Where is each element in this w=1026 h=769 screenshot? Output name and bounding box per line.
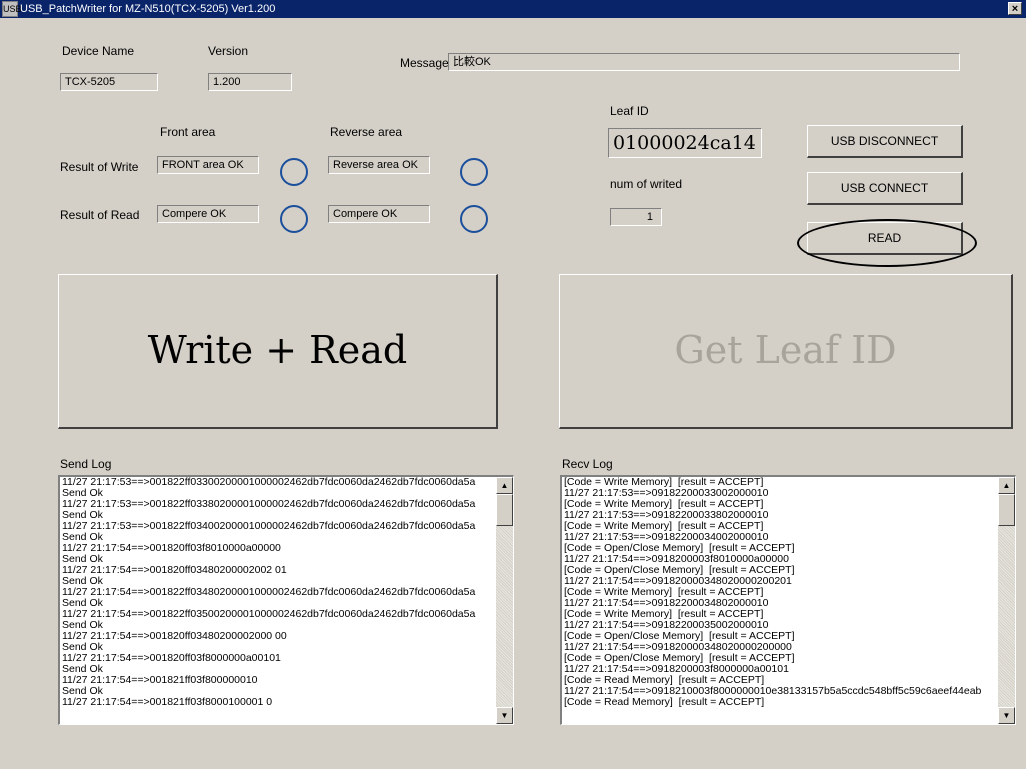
leaf-id-label: Leaf ID — [610, 104, 649, 118]
log-line: 11/27 21:17:54==>001820ff03f8010000a0000… — [62, 542, 281, 554]
scroll-up-icon[interactable]: ▲ — [998, 477, 1015, 494]
send-log-box[interactable]: 11/27 21:17:53==>001822ff033002000010000… — [58, 475, 514, 725]
send-log-scrollbar[interactable]: ▲ ▼ — [496, 477, 513, 724]
read-button[interactable]: READ — [807, 222, 963, 255]
get-leaf-id-button[interactable]: Get Leaf ID — [559, 274, 1013, 429]
log-line: 11/27 21:17:54==>001822ff035002000010000… — [62, 608, 476, 620]
recv-log-scrollbar[interactable]: ▲ ▼ — [998, 477, 1015, 724]
title-bar: USB USB_PatchWriter for MZ-N510(TCX-5205… — [0, 0, 1026, 18]
write-read-button[interactable]: Write + Read — [58, 274, 498, 429]
num-of-writed-field: 1 — [610, 208, 662, 226]
recv-log-lines: [Code = Write Memory] [result = ACCEPT] 1… — [564, 477, 997, 724]
device-name-label: Device Name — [62, 44, 135, 58]
app-icon: USB — [2, 1, 22, 17]
log-line: 11/27 21:17:54==>001820ff03480200002002 … — [62, 564, 287, 576]
send-log-lines: 11/27 21:17:53==>001822ff033002000010000… — [62, 477, 495, 724]
log-line: 11/27 21:17:53==>001822ff033802000010000… — [62, 498, 476, 510]
window-title: USB_PatchWriter for MZ-N510(TCX-5205) Ve… — [20, 3, 276, 15]
result-of-write-label: Result of Write — [60, 160, 139, 174]
close-button[interactable]: × — [1008, 2, 1022, 15]
scroll-down-icon[interactable]: ▼ — [998, 707, 1015, 724]
message-label: Message — [400, 56, 449, 70]
result-of-read-label: Result of Read — [60, 208, 140, 222]
leaf-id-field: 01000024ca14 — [608, 128, 762, 158]
write-front-field: FRONT area OK — [157, 156, 259, 174]
read-reverse-field: Compere OK — [328, 205, 430, 223]
reverse-area-label: Reverse area — [330, 125, 403, 139]
version-label: Version — [208, 44, 249, 58]
usb-disconnect-button[interactable]: USB DISCONNECT — [807, 125, 963, 158]
write-reverse-field: Reverse area OK — [328, 156, 430, 174]
log-line: [Code = Read Memory] [result = ACCEPT] — [564, 696, 765, 708]
write-reverse-status-icon — [460, 158, 488, 186]
log-line: 11/27 21:17:54==>001821ff03f8000100001 0 — [62, 696, 273, 708]
usb-connect-button[interactable]: USB CONNECT — [807, 172, 963, 205]
read-reverse-status-icon — [460, 205, 488, 233]
log-line: 11/27 21:17:54==>001821ff03f800000010 — [62, 674, 258, 686]
write-front-status-icon — [280, 158, 308, 186]
scroll-thumb[interactable] — [496, 494, 513, 526]
scroll-thumb[interactable] — [998, 494, 1015, 526]
num-of-writed-label: num of writed — [610, 177, 683, 191]
front-area-label: Front area — [160, 125, 216, 139]
log-line: 11/27 21:17:53==>001822ff033002000010000… — [62, 477, 476, 488]
scroll-down-icon[interactable]: ▼ — [496, 707, 513, 724]
log-line: 11/27 21:17:54==>001820ff03f8000000a0010… — [62, 652, 281, 664]
send-log-label: Send Log — [60, 457, 112, 471]
message-field: 比較OK — [448, 53, 960, 71]
device-name-field: TCX-5205 — [60, 73, 158, 91]
log-line: 11/27 21:17:54==>001820ff03480200002000 … — [62, 630, 287, 642]
recv-log-label: Recv Log — [562, 457, 613, 471]
version-field: 1.200 — [208, 73, 292, 91]
read-front-status-icon — [280, 205, 308, 233]
recv-log-box[interactable]: [Code = Write Memory] [result = ACCEPT] 1… — [560, 475, 1016, 725]
log-line: 11/27 21:17:54==>001822ff034802000010000… — [62, 586, 476, 598]
log-line: 11/27 21:17:53==>001822ff034002000010000… — [62, 520, 476, 532]
scroll-up-icon[interactable]: ▲ — [496, 477, 513, 494]
read-front-field: Compere OK — [157, 205, 259, 223]
